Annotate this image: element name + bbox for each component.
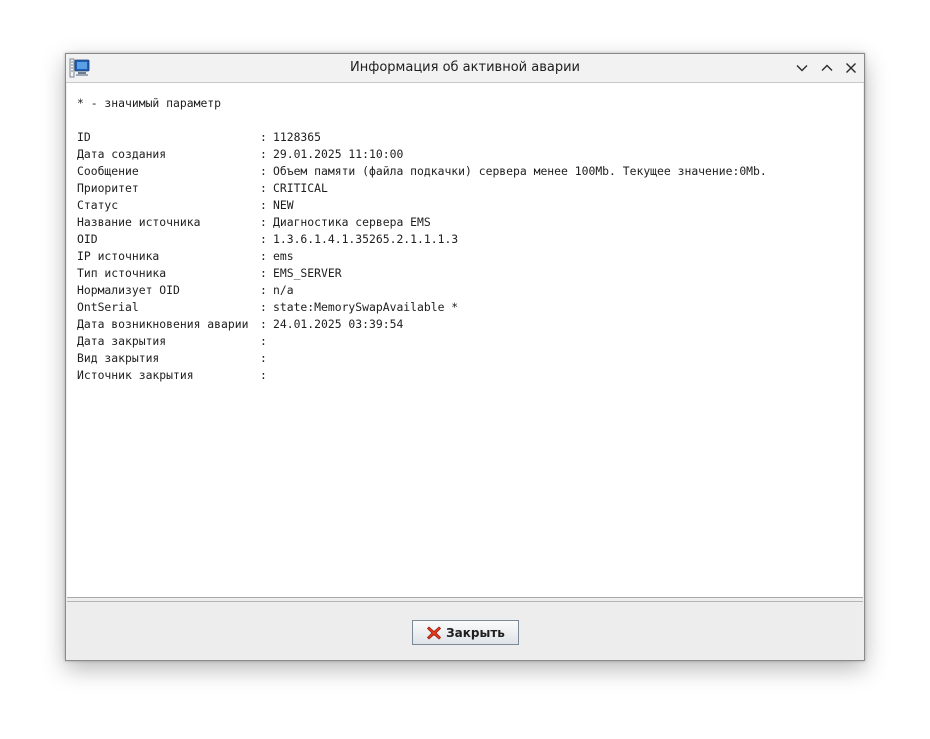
field-label: IP источника [77,249,160,263]
field-row: IP источника: ems [77,248,767,265]
field-label: Статус [77,198,119,212]
field-value: Объем памяти (файла подкачки) сервера ме… [273,164,767,178]
field-row: Статус: NEW [77,197,767,214]
field-separator: : [260,283,267,297]
window-title: Информация об активной аварии [350,60,580,75]
field-separator: : [260,164,267,178]
field-separator: : [260,266,267,280]
significant-param-note: * - значимый параметр [77,96,222,110]
field-row: Название источника: Диагностика сервера E… [77,214,767,231]
field-row: Дата закрытия: [77,333,767,350]
field-separator: : [260,215,267,229]
field-label: Дата создания [77,147,167,161]
field-row: Приоритет: CRITICAL [77,180,767,197]
field-row: OID:1.3.6.1.4.1.35265.2.1.1.1.3 [77,231,767,248]
field-label: ID [77,130,91,144]
field-label: Вид закрытия [77,351,160,365]
field-value: EMS_SERVER [273,266,342,280]
field-separator: : [260,232,267,246]
field-label: Источник закрытия [77,368,194,382]
field-value: state:MemorySwapAvailable * [273,300,459,314]
field-label: Нормализует OID [77,283,180,297]
field-value: CRITICAL [273,181,328,195]
alarm-details-panel: * - значимый параметр ID:1128365 Дата соз… [67,83,863,598]
button-bar: Закрыть [67,601,863,659]
alarm-details-text[interactable]: * - значимый параметр ID:1128365 Дата соз… [77,95,767,384]
field-separator: : [260,198,267,212]
field-separator: : [260,249,267,263]
field-label: OntSerial [77,300,139,314]
minimize-button[interactable] [793,59,811,77]
close-button-label: Закрыть [446,625,505,640]
field-row: Нормализует OID: n/a [77,282,767,299]
field-row: Дата создания:29.01.2025 11:10:00 [77,146,767,163]
alarm-info-dialog: Информация об активной аварии * - значим… [65,53,865,661]
field-value: 29.01.2025 11:10:00 [273,147,404,161]
field-row: OntSerial: state:MemorySwapAvailable * [77,299,767,316]
field-separator: : [260,317,267,331]
field-separator: : [260,300,267,314]
field-label: Название источника [77,215,201,229]
field-label: OID [77,232,98,246]
field-list: ID:1128365 Дата создания:29.01.2025 11:10… [77,129,767,384]
field-label: Приоритет [77,181,139,195]
field-label: Дата закрытия [77,334,167,348]
field-separator: : [260,181,267,195]
field-separator: : [260,147,267,161]
field-row: Источник закрытия: [77,367,767,384]
field-label: Тип источника [77,266,167,280]
maximize-button[interactable] [818,59,836,77]
field-value: 1.3.6.1.4.1.35265.2.1.1.1.3 [273,232,459,246]
field-value: NEW [273,198,294,212]
red-x-icon [427,625,442,640]
close-window-button[interactable] [842,59,860,77]
field-separator: : [260,130,267,144]
field-value: Диагностика сервера EMS [273,215,431,229]
field-row: Дата возникновения аварии:24.01.2025 03:… [77,316,767,333]
field-value: ems [273,249,294,263]
field-separator: : [260,368,267,382]
close-button[interactable]: Закрыть [412,620,519,645]
field-label: Дата возникновения аварии [77,317,249,331]
chevron-down-icon [796,65,808,72]
field-row: Тип источника: EMS_SERVER [77,265,767,282]
chevron-up-icon [821,64,833,71]
field-value: n/a [273,283,294,297]
field-separator: : [260,334,267,348]
field-row: Сообщение: Объем памяти (файла подкачки) … [77,163,767,180]
title-bar[interactable]: Информация об активной аварии [66,54,864,83]
field-separator: : [260,351,267,365]
field-row: ID:1128365 [77,129,767,146]
field-value: 1128365 [273,130,322,144]
field-label: Сообщение [77,164,139,178]
close-icon [846,63,856,73]
field-row: Вид закрытия: [77,350,767,367]
field-value: 24.01.2025 03:39:54 [273,317,404,331]
